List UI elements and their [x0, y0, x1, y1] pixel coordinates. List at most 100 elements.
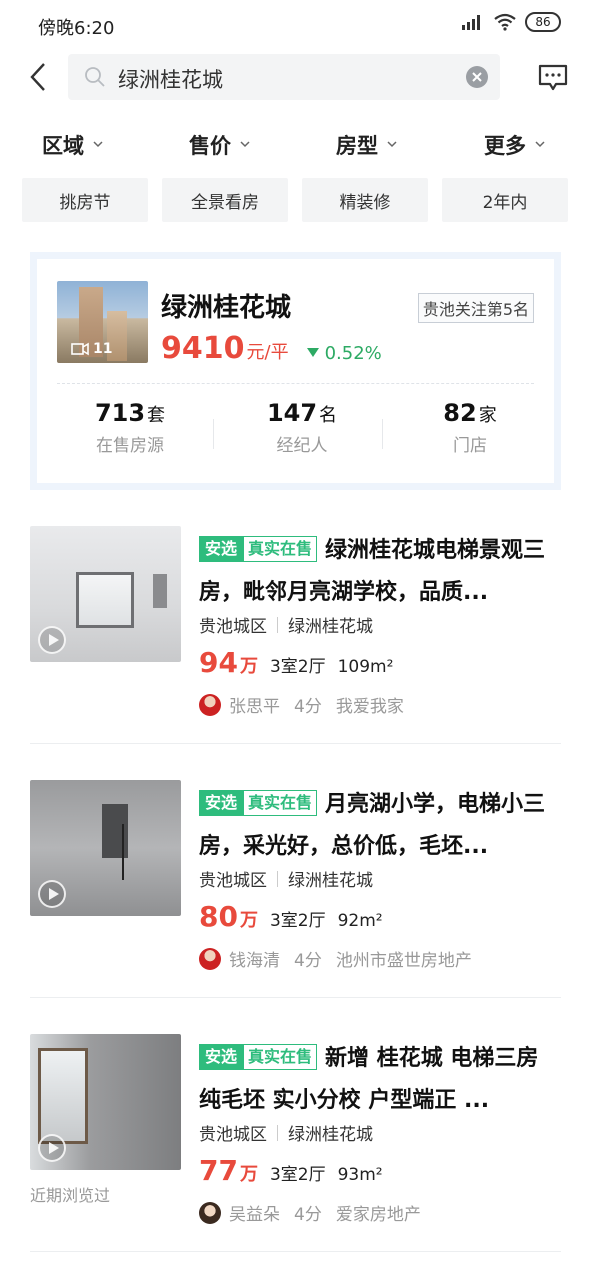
search-icon — [85, 67, 105, 87]
chat-icon — [538, 64, 568, 91]
photo-count: 11 — [71, 341, 112, 357]
community-name: 绿洲桂花城 — [161, 293, 292, 323]
play-icon[interactable] — [38, 880, 66, 908]
stat-unit: 名 — [319, 405, 338, 426]
listing-price: 80 万 3室2厅 92m² — [199, 900, 383, 933]
badge-real-sale: 真实在售 — [243, 1044, 318, 1070]
listing-price-unit: 万 — [239, 656, 258, 677]
stat-label: 经纪人 — [276, 436, 328, 456]
community-card[interactable]: 11 绿洲桂花城 贵池关注第5名 9410 元/平 0.52% 713 套 在售房… — [30, 252, 561, 490]
divider — [213, 419, 214, 449]
listing-title: 安选 真实在售 绿洲桂花城电梯景观三房，毗邻月亮湖学校，品质... — [199, 530, 561, 614]
chevron-down-icon — [240, 140, 250, 147]
price-change: 0.52% — [324, 342, 382, 364]
listing-price: 94 万 3室2厅 109m² — [199, 646, 393, 679]
status-bar: 傍晚6:20 86 — [0, 0, 591, 52]
filter-label: 房型 — [336, 134, 378, 158]
filter-label: 售价 — [189, 134, 231, 158]
filter-price[interactable]: 售价 — [189, 130, 250, 160]
agent-info[interactable]: 钱海清 4分 池州市盛世房地产 — [199, 946, 486, 971]
filter-more[interactable]: 更多 — [484, 130, 545, 160]
photo-count-value: 11 — [93, 341, 113, 357]
listing-district: 贵池城区 — [199, 617, 267, 637]
listing-card[interactable]: 安选 真实在售 月亮湖小学，电梯小三房，采光好，总价低，毛坯... 贵池城区 绿洲桂… — [30, 780, 561, 998]
filter-label: 区域 — [42, 134, 84, 158]
listing-photo[interactable] — [30, 526, 181, 662]
battery-icon: 86 — [525, 12, 561, 32]
listing-community: 绿洲桂花城 — [288, 871, 373, 891]
listing-district: 贵池城区 — [199, 1125, 267, 1145]
listing-rooms: 3室2厅 — [269, 657, 326, 677]
stat-number: 713 — [94, 399, 146, 427]
agent-info[interactable]: 吴益朵 4分 爱家房地产 — [199, 1200, 435, 1225]
message-button[interactable] — [538, 64, 568, 96]
listing-card[interactable]: 安选 真实在售 绿洲桂花城电梯景观三房，毗邻月亮湖学校，品质... 贵池城区 绿洲桂… — [30, 526, 561, 744]
tag-chip[interactable]: 2年内 — [442, 178, 568, 222]
listing-area: 109m² — [337, 657, 394, 677]
back-arrow-icon — [30, 63, 45, 91]
agency-name: 池州市盛世房地产 — [335, 951, 472, 971]
play-icon[interactable] — [38, 1134, 66, 1162]
tag-chip[interactable]: 全景看房 — [162, 178, 288, 222]
stat-stores[interactable]: 82 家 门店 — [385, 399, 555, 456]
listing-price-value: 80 — [199, 900, 238, 933]
divider — [57, 383, 534, 384]
back-button[interactable] — [28, 62, 52, 94]
stat-number: 147 — [266, 399, 318, 427]
agency-name: 我爱我家 — [335, 697, 404, 717]
listing-area: 93m² — [337, 1165, 383, 1185]
stat-label: 门店 — [453, 436, 487, 456]
window-shape — [76, 572, 134, 628]
listing-photo[interactable] — [30, 1034, 181, 1170]
separator — [277, 616, 278, 633]
close-icon — [472, 72, 482, 82]
listing-area: 92m² — [337, 911, 383, 931]
listing-district: 贵池城区 — [199, 871, 267, 891]
listing-price-unit: 万 — [239, 1164, 258, 1185]
stat-listings[interactable]: 713 套 在售房源 — [45, 399, 215, 456]
listing-community: 绿洲桂花城 — [288, 617, 373, 637]
badge-real-sale: 真实在售 — [243, 790, 318, 816]
listing-photo[interactable] — [30, 780, 181, 916]
listing-title: 安选 真实在售 新增 桂花城 电梯三房 纯毛坯 实小分校 户型端正 ... — [199, 1038, 561, 1122]
listing-card[interactable]: 近期浏览过 安选 真实在售 新增 桂花城 电梯三房 纯毛坯 实小分校 户型端正 ..… — [30, 1034, 561, 1252]
status-time: 傍晚6:20 — [38, 18, 115, 39]
divider — [382, 419, 383, 449]
tag-chip[interactable]: 挑房节 — [22, 178, 148, 222]
stat-agents[interactable]: 147 名 经纪人 — [217, 399, 387, 456]
agent-score: 4分 — [294, 1205, 322, 1225]
chevron-down-icon — [93, 140, 103, 147]
filter-region[interactable]: 区域 — [42, 130, 103, 160]
agent-info[interactable]: 张思平 4分 我爱我家 — [199, 692, 418, 717]
badge-anxuan: 安选 — [199, 536, 244, 562]
filter-bar: 区域 售价 房型 更多 — [0, 120, 591, 172]
listing-title: 安选 真实在售 月亮湖小学，电梯小三房，采光好，总价低，毛坯... — [199, 784, 561, 868]
doorway-shape — [102, 804, 128, 858]
agent-name: 钱海清 — [229, 951, 280, 971]
separator — [277, 1124, 278, 1141]
wifi-icon — [494, 13, 516, 31]
tripod-shape — [122, 824, 124, 880]
filter-layout[interactable]: 房型 — [336, 130, 397, 160]
quick-tag-row: 挑房节 全景看房 精装修 2年内 — [22, 178, 570, 222]
play-icon[interactable] — [38, 626, 66, 654]
community-photo[interactable]: 11 — [57, 281, 148, 363]
window-shape — [38, 1048, 88, 1144]
signal-icon — [462, 15, 480, 30]
recently-viewed-label: 近期浏览过 — [30, 1186, 111, 1205]
clear-search-button[interactable] — [466, 66, 488, 88]
separator — [277, 870, 278, 887]
listing-location: 贵池城区 绿洲桂花城 — [199, 1120, 373, 1145]
stat-number: 82 — [443, 399, 477, 427]
arrow-down-icon — [306, 348, 319, 357]
video-icon — [71, 342, 89, 356]
search-input[interactable]: 绿洲桂花城 — [68, 54, 500, 100]
agency-name: 爱家房地产 — [335, 1205, 421, 1225]
search-value: 绿洲桂花城 — [118, 68, 223, 92]
price-unit: 元/平 — [246, 342, 289, 363]
avatar — [199, 693, 221, 716]
tag-chip[interactable]: 精装修 — [302, 178, 428, 222]
listing-rooms: 3室2厅 — [269, 1165, 326, 1185]
agent-name: 张思平 — [229, 697, 280, 717]
chevron-down-icon — [535, 140, 545, 147]
